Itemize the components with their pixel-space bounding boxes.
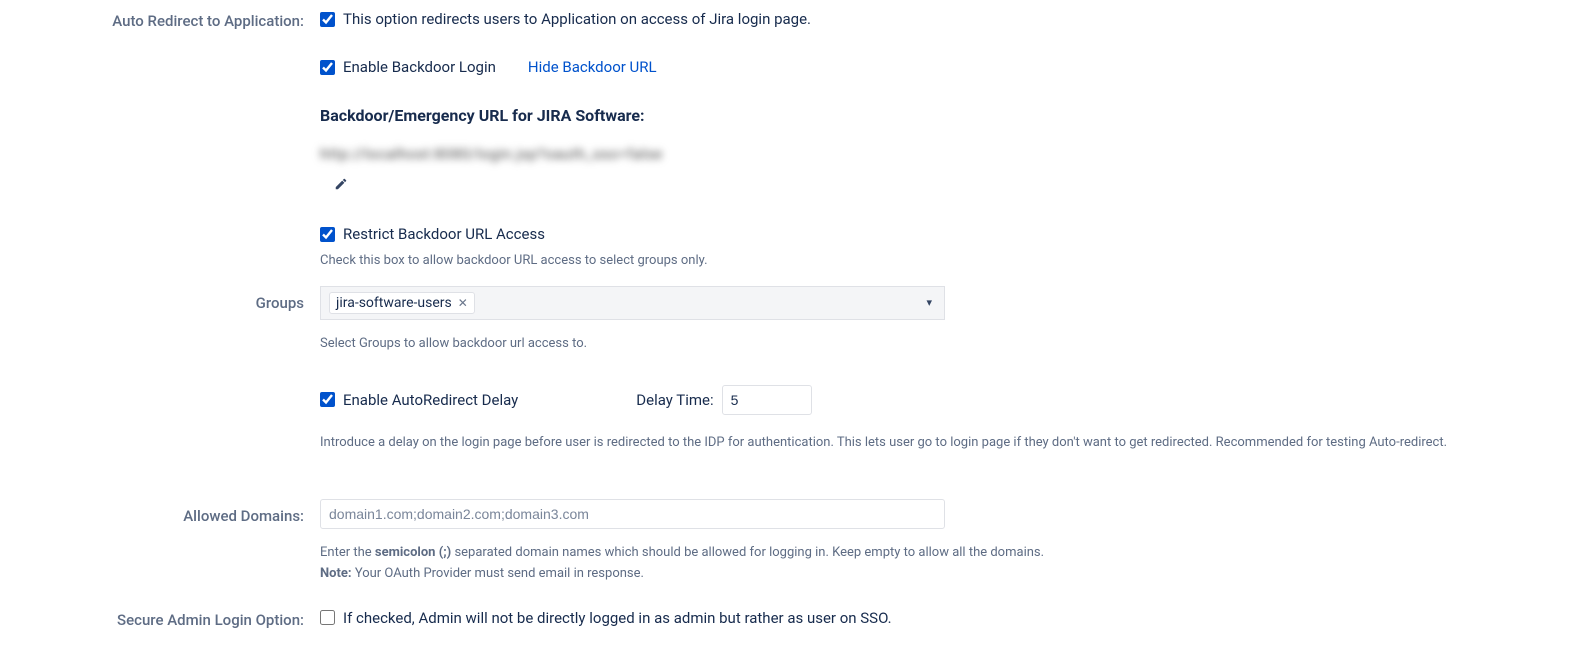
groups-multiselect[interactable]: jira-software-users ✕ ▾ xyxy=(320,286,945,320)
autoredirect-delay-label: Enable AutoRedirect Delay xyxy=(343,391,518,409)
enable-backdoor-label: Enable Backdoor Login xyxy=(343,58,496,76)
autoredirect-delay-checkbox[interactable] xyxy=(320,392,335,407)
restrict-backdoor-label: Restrict Backdoor URL Access xyxy=(343,225,545,243)
restrict-backdoor-checkbox[interactable] xyxy=(320,227,335,242)
auto-redirect-checkbox[interactable] xyxy=(320,12,335,27)
auto-redirect-label: Auto Redirect to Application: xyxy=(20,10,320,30)
restrict-backdoor-hint: Check this box to allow backdoor URL acc… xyxy=(320,251,1550,272)
secure-admin-checkbox[interactable] xyxy=(320,610,335,625)
enable-backdoor-checkbox[interactable] xyxy=(320,60,335,75)
backdoor-url: http://localhost:8080/login.jsp?oauth_ss… xyxy=(320,145,663,163)
autoredirect-delay-hint: Introduce a delay on the login page befo… xyxy=(320,433,1550,454)
chevron-down-icon[interactable]: ▾ xyxy=(926,296,932,309)
hide-backdoor-link[interactable]: Hide Backdoor URL xyxy=(528,58,657,76)
pencil-icon[interactable] xyxy=(334,177,348,191)
secure-admin-label: Secure Admin Login Option: xyxy=(20,609,320,629)
auto-redirect-text: This option redirects users to Applicati… xyxy=(343,10,811,28)
delay-time-input[interactable] xyxy=(722,385,812,415)
groups-hint: Select Groups to allow backdoor url acce… xyxy=(320,334,1550,355)
group-tag: jira-software-users ✕ xyxy=(329,292,475,314)
backdoor-heading: Backdoor/Emergency URL for JIRA Software… xyxy=(320,106,1550,125)
secure-admin-text: If checked, Admin will not be directly l… xyxy=(343,609,892,627)
allowed-domains-label: Allowed Domains: xyxy=(20,499,320,525)
group-tag-label: jira-software-users xyxy=(336,295,452,311)
remove-tag-icon[interactable]: ✕ xyxy=(458,296,468,310)
allowed-domains-hint: Enter the semicolon (;) separated domain… xyxy=(320,543,1550,585)
groups-label: Groups xyxy=(20,286,320,312)
allowed-domains-input[interactable] xyxy=(320,499,945,529)
delay-time-label: Delay Time: xyxy=(636,391,713,409)
